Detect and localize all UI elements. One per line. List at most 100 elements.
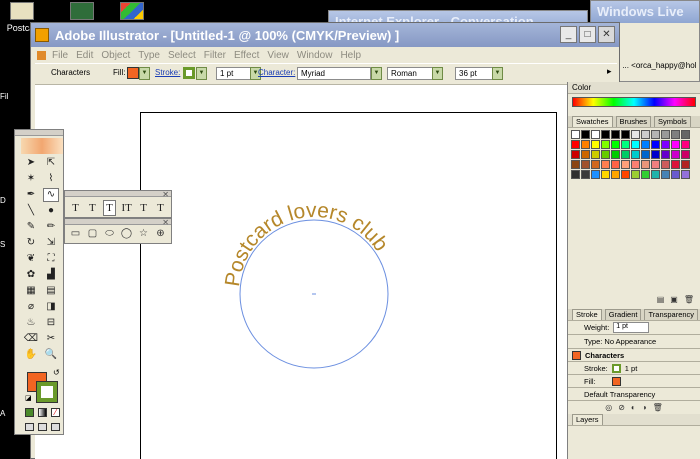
close-icon[interactable]: ✕ — [162, 218, 169, 227]
menu-file[interactable]: File — [52, 50, 68, 61]
paintbrush-tool-icon[interactable]: ✎ — [23, 220, 39, 234]
polygon-tool-icon[interactable]: ◯ — [120, 228, 133, 240]
warp-tool-icon[interactable]: ❦ — [23, 252, 39, 266]
swatch[interactable] — [621, 160, 630, 169]
appearance-delete-icon[interactable]: 🗑 — [653, 403, 663, 412]
swatch-menu-icon[interactable]: ▤ — [657, 295, 665, 304]
swatch[interactable] — [621, 130, 630, 139]
star-tool-icon[interactable]: ☆ — [137, 228, 150, 240]
scale-tool-icon[interactable]: ⇲ — [43, 236, 59, 250]
swatch[interactable] — [611, 130, 620, 139]
hand-tool-icon[interactable]: ✋ — [23, 348, 39, 362]
appearance-button-2-icon[interactable]: ⊘ — [618, 403, 625, 412]
vertical-path-type-tool-icon[interactable]: T — [154, 200, 167, 216]
swatch[interactable] — [631, 130, 640, 139]
swatch[interactable] — [581, 160, 590, 169]
swatch[interactable] — [591, 160, 600, 169]
tab-transparency[interactable]: Transparency — [644, 309, 699, 320]
swatch[interactable] — [661, 140, 670, 149]
document-canvas[interactable]: Postcard lovers club — [35, 85, 567, 459]
swatch[interactable] — [601, 140, 610, 149]
font-family-select[interactable]: Myriad — [297, 67, 371, 80]
title-bar[interactable]: Adobe Illustrator - [Untitled-1 @ 100% (… — [31, 23, 619, 47]
document-menu-icon[interactable] — [37, 50, 46, 60]
tab-swatches[interactable]: Swatches — [572, 116, 613, 127]
swatch[interactable] — [631, 150, 640, 159]
swatch[interactable] — [581, 150, 590, 159]
swatch[interactable] — [641, 130, 650, 139]
swatch[interactable] — [611, 150, 620, 159]
swatch[interactable] — [581, 140, 590, 149]
swatch[interactable] — [651, 170, 660, 179]
area-type-tool-icon[interactable]: T — [86, 200, 99, 216]
appearance-button-1-icon[interactable]: ◎ — [605, 403, 612, 412]
rounded-rectangle-tool-icon[interactable]: ▢ — [86, 228, 99, 240]
full-screen-menu-mode-button[interactable] — [38, 423, 47, 431]
tab-gradient[interactable]: Gradient — [604, 309, 642, 320]
close-icon[interactable]: ✕ — [162, 190, 169, 199]
swatch[interactable] — [671, 140, 680, 149]
appearance-stroke-row[interactable]: Stroke: 1 pt — [568, 361, 700, 374]
menu-filter[interactable]: Filter — [204, 50, 226, 61]
font-family-dropdown-icon[interactable]: ▼ — [371, 67, 382, 80]
swatch[interactable] — [591, 130, 600, 139]
swatch[interactable] — [581, 170, 590, 179]
graph-tool-icon[interactable]: ▟ — [43, 268, 59, 282]
appearance-button-3-icon[interactable]: ◐ — [631, 403, 636, 412]
blend-tool-icon[interactable]: ◨ — [43, 300, 59, 314]
font-style-select[interactable]: Roman — [387, 67, 433, 80]
path-text[interactable]: Postcard lovers club — [221, 199, 393, 288]
type-on-path-icon[interactable]: T — [102, 200, 117, 216]
menu-view[interactable]: View — [267, 50, 289, 61]
tab-brushes[interactable]: Brushes — [615, 116, 652, 127]
full-screen-mode-button[interactable] — [51, 423, 60, 431]
free-transform-tool-icon[interactable]: ⛶ — [43, 252, 59, 266]
font-style-dropdown-icon[interactable]: ▼ — [432, 67, 443, 80]
direct-selection-tool-icon[interactable]: ⇱ — [43, 156, 59, 170]
swatch[interactable] — [681, 170, 690, 179]
swatch[interactable] — [571, 130, 580, 139]
menu-help[interactable]: Help — [340, 50, 361, 61]
desktop-icon-2[interactable] — [60, 2, 104, 20]
swatch[interactable] — [681, 130, 690, 139]
vertical-type-tool-icon[interactable]: IT — [120, 200, 133, 216]
selection-tool-icon[interactable]: ➤ — [23, 156, 39, 170]
type-on-path-tool-icon[interactable]: ∿ — [43, 188, 59, 202]
minimize-button[interactable]: _ — [560, 26, 577, 43]
ellipse-tool-icon[interactable]: ● — [43, 204, 59, 218]
appearance-button-4-icon[interactable]: ◑ — [642, 403, 647, 412]
zoom-tool-icon[interactable]: 🔍 — [43, 348, 59, 362]
color-panel-header[interactable]: Color — [568, 82, 700, 94]
swatch[interactable] — [661, 170, 670, 179]
rotate-tool-icon[interactable]: ↻ — [23, 236, 39, 250]
menu-select[interactable]: Select — [168, 50, 196, 61]
gradient-button[interactable] — [38, 408, 47, 417]
swatch[interactable] — [611, 170, 620, 179]
appearance-fill-row[interactable]: Fill: — [568, 374, 700, 387]
flare-tool-icon[interactable]: ⊕ — [154, 228, 167, 240]
swatch[interactable] — [651, 160, 660, 169]
new-swatch-icon[interactable]: ▣ — [670, 295, 678, 304]
swatch[interactable] — [641, 160, 650, 169]
tab-layers[interactable]: Layers — [572, 414, 603, 425]
delete-swatch-icon[interactable]: 🗑 — [684, 295, 694, 304]
swatch[interactable] — [641, 150, 650, 159]
color-button[interactable] — [25, 408, 34, 417]
rectangle-tool-icon[interactable]: ▭ — [69, 228, 82, 240]
font-size-dropdown-icon[interactable]: ▼ — [492, 67, 503, 80]
character-link[interactable]: Character: — [258, 68, 295, 77]
swatch[interactable] — [671, 170, 680, 179]
desktop-icon-3[interactable] — [110, 2, 154, 20]
swatch[interactable] — [631, 160, 640, 169]
swatch[interactable] — [661, 160, 670, 169]
weight-field[interactable]: 1 pt — [613, 322, 650, 333]
gradient-tool-icon[interactable]: ▤ — [43, 284, 59, 298]
fill-dropdown-icon[interactable]: ▼ — [139, 67, 150, 80]
swatch[interactable] — [681, 160, 690, 169]
swatch[interactable] — [671, 160, 680, 169]
color-spectrum[interactable] — [572, 97, 696, 107]
menu-edit[interactable]: Edit — [76, 50, 93, 61]
swatch[interactable] — [681, 140, 690, 149]
swatch[interactable] — [671, 130, 680, 139]
vertical-area-type-tool-icon[interactable]: T — [137, 200, 150, 216]
